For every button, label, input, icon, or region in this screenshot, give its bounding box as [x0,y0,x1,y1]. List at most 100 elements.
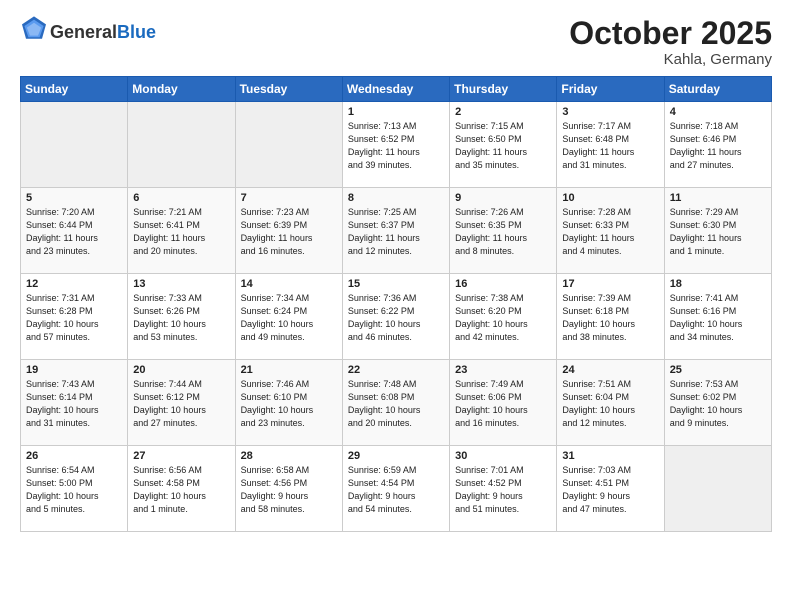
calendar-cell: 5 Sunrise: 7:20 AM Sunset: 6:44 PM Daylig… [21,188,128,274]
day-info: Sunrise: 7:18 AM Sunset: 6:46 PM Dayligh… [670,120,766,172]
day-info: Sunrise: 6:54 AM Sunset: 5:00 PM Dayligh… [26,464,122,516]
day-info: Sunrise: 7:33 AM Sunset: 6:26 PM Dayligh… [133,292,229,344]
day-info: Sunrise: 6:56 AM Sunset: 4:58 PM Dayligh… [133,464,229,516]
day-number: 14 [241,278,337,290]
day-info: Sunrise: 7:46 AM Sunset: 6:10 PM Dayligh… [241,378,337,430]
week-row-1: 1Sunrise: 7:13 AM Sunset: 6:52 PM Daylig… [21,102,772,188]
calendar-cell: 10 Sunrise: 7:28 AM Sunset: 6:33 PM Dayli… [557,188,664,274]
calendar-cell: 6 Sunrise: 7:21 AM Sunset: 6:41 PM Daylig… [128,188,235,274]
week-row-2: 5 Sunrise: 7:20 AM Sunset: 6:44 PM Daylig… [21,188,772,274]
calendar-cell: 22Sunrise: 7:48 AM Sunset: 6:08 PM Dayli… [342,360,449,446]
day-header-friday: Friday [557,77,664,102]
day-info: Sunrise: 7:38 AM Sunset: 6:20 PM Dayligh… [455,292,551,344]
day-info: Sunrise: 7:25 AM Sunset: 6:37 PM Dayligh… [348,206,444,258]
day-number: 20 [133,364,229,376]
calendar-cell: 11 Sunrise: 7:29 AM Sunset: 6:30 PM Dayli… [664,188,771,274]
calendar-cell [21,102,128,188]
calendar-cell: 17Sunrise: 7:39 AM Sunset: 6:18 PM Dayli… [557,274,664,360]
week-row-5: 26 Sunrise: 6:54 AM Sunset: 5:00 PM Dayli… [21,446,772,532]
day-info: Sunrise: 7:28 AM Sunset: 6:33 PM Dayligh… [562,206,658,258]
calendar-cell: 8Sunrise: 7:25 AM Sunset: 6:37 PM Daylig… [342,188,449,274]
location-title: Kahla, Germany [569,51,772,68]
day-info: Sunrise: 7:31 AM Sunset: 6:28 PM Dayligh… [26,292,122,344]
calendar-cell: 4 Sunrise: 7:18 AM Sunset: 6:46 PM Daylig… [664,102,771,188]
day-info: Sunrise: 7:23 AM Sunset: 6:39 PM Dayligh… [241,206,337,258]
logo-icon [22,16,46,44]
calendar-page: GeneralBlue October 2025 Kahla, Germany … [0,0,792,612]
day-info: Sunrise: 7:21 AM Sunset: 6:41 PM Dayligh… [133,206,229,258]
days-header-row: SundayMondayTuesdayWednesdayThursdayFrid… [21,77,772,102]
calendar-cell: 12Sunrise: 7:31 AM Sunset: 6:28 PM Dayli… [21,274,128,360]
day-number: 11 [670,192,766,204]
page-header: GeneralBlue October 2025 Kahla, Germany [20,16,772,68]
day-number: 16 [455,278,551,290]
day-number: 28 [241,450,337,462]
day-info: Sunrise: 7:51 AM Sunset: 6:04 PM Dayligh… [562,378,658,430]
day-number: 9 [455,192,551,204]
day-info: Sunrise: 6:58 AM Sunset: 4:56 PM Dayligh… [241,464,337,516]
day-number: 7 [241,192,337,204]
day-number: 25 [670,364,766,376]
day-info: Sunrise: 7:43 AM Sunset: 6:14 PM Dayligh… [26,378,122,430]
day-number: 23 [455,364,551,376]
day-number: 27 [133,450,229,462]
day-number: 5 [26,192,122,204]
calendar-cell: 25 Sunrise: 7:53 AM Sunset: 6:02 PM Dayli… [664,360,771,446]
day-info: Sunrise: 7:36 AM Sunset: 6:22 PM Dayligh… [348,292,444,344]
calendar-cell: 15 Sunrise: 7:36 AM Sunset: 6:22 PM Dayli… [342,274,449,360]
day-number: 17 [562,278,658,290]
calendar-cell [235,102,342,188]
calendar-cell: 26 Sunrise: 6:54 AM Sunset: 5:00 PM Dayli… [21,446,128,532]
calendar-cell [664,446,771,532]
day-number: 10 [562,192,658,204]
day-number: 29 [348,450,444,462]
week-row-3: 12Sunrise: 7:31 AM Sunset: 6:28 PM Dayli… [21,274,772,360]
day-number: 15 [348,278,444,290]
day-number: 30 [455,450,551,462]
day-number: 19 [26,364,122,376]
day-header-thursday: Thursday [450,77,557,102]
day-info: Sunrise: 7:29 AM Sunset: 6:30 PM Dayligh… [670,206,766,258]
day-info: Sunrise: 7:15 AM Sunset: 6:50 PM Dayligh… [455,120,551,172]
day-header-wednesday: Wednesday [342,77,449,102]
day-info: Sunrise: 7:34 AM Sunset: 6:24 PM Dayligh… [241,292,337,344]
day-info: Sunrise: 7:49 AM Sunset: 6:06 PM Dayligh… [455,378,551,430]
day-number: 4 [670,106,766,118]
calendar-cell: 1Sunrise: 7:13 AM Sunset: 6:52 PM Daylig… [342,102,449,188]
calendar-cell: 13 Sunrise: 7:33 AM Sunset: 6:26 PM Dayli… [128,274,235,360]
calendar-cell: 20 Sunrise: 7:44 AM Sunset: 6:12 PM Dayli… [128,360,235,446]
week-row-4: 19 Sunrise: 7:43 AM Sunset: 6:14 PM Dayli… [21,360,772,446]
calendar-cell: 2Sunrise: 7:15 AM Sunset: 6:50 PM Daylig… [450,102,557,188]
logo: GeneralBlue [20,16,156,49]
day-number: 13 [133,278,229,290]
day-info: Sunrise: 7:48 AM Sunset: 6:08 PM Dayligh… [348,378,444,430]
day-info: Sunrise: 7:01 AM Sunset: 4:52 PM Dayligh… [455,464,551,516]
calendar-cell: 23 Sunrise: 7:49 AM Sunset: 6:06 PM Dayli… [450,360,557,446]
month-title: October 2025 [569,16,772,51]
day-info: Sunrise: 7:17 AM Sunset: 6:48 PM Dayligh… [562,120,658,172]
calendar-cell: 9 Sunrise: 7:26 AM Sunset: 6:35 PM Daylig… [450,188,557,274]
day-info: Sunrise: 7:53 AM Sunset: 6:02 PM Dayligh… [670,378,766,430]
day-header-sunday: Sunday [21,77,128,102]
calendar-cell: 7 Sunrise: 7:23 AM Sunset: 6:39 PM Daylig… [235,188,342,274]
calendar-cell: 31 Sunrise: 7:03 AM Sunset: 4:51 PM Dayli… [557,446,664,532]
day-info: Sunrise: 6:59 AM Sunset: 4:54 PM Dayligh… [348,464,444,516]
calendar-cell: 30 Sunrise: 7:01 AM Sunset: 4:52 PM Dayli… [450,446,557,532]
title-block: October 2025 Kahla, Germany [569,16,772,68]
day-info: Sunrise: 7:20 AM Sunset: 6:44 PM Dayligh… [26,206,122,258]
day-number: 21 [241,364,337,376]
logo-general-text: General [50,22,117,42]
day-number: 26 [26,450,122,462]
day-header-monday: Monday [128,77,235,102]
calendar-cell: 24Sunrise: 7:51 AM Sunset: 6:04 PM Dayli… [557,360,664,446]
day-info: Sunrise: 7:03 AM Sunset: 4:51 PM Dayligh… [562,464,658,516]
day-info: Sunrise: 7:41 AM Sunset: 6:16 PM Dayligh… [670,292,766,344]
day-number: 31 [562,450,658,462]
calendar-table: SundayMondayTuesdayWednesdayThursdayFrid… [20,76,772,532]
day-number: 6 [133,192,229,204]
day-info: Sunrise: 7:26 AM Sunset: 6:35 PM Dayligh… [455,206,551,258]
calendar-cell: 29 Sunrise: 6:59 AM Sunset: 4:54 PM Dayli… [342,446,449,532]
calendar-cell: 21 Sunrise: 7:46 AM Sunset: 6:10 PM Dayli… [235,360,342,446]
day-info: Sunrise: 7:44 AM Sunset: 6:12 PM Dayligh… [133,378,229,430]
calendar-cell: 27 Sunrise: 6:56 AM Sunset: 4:58 PM Dayli… [128,446,235,532]
